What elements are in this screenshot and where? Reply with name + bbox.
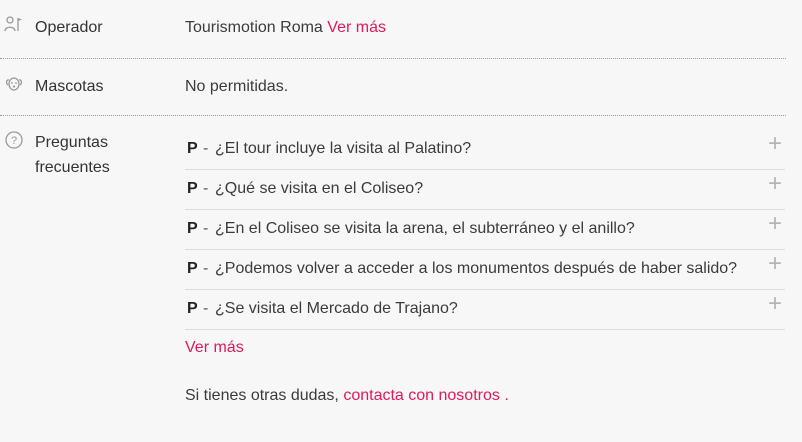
faq-item[interactable]: P - ¿Qué se visita en el Coliseo? +: [185, 170, 785, 210]
divider: [0, 58, 786, 59]
faq-question: ¿En el Coliseo se visita la arena, el su…: [215, 220, 635, 237]
faq-item[interactable]: P - ¿En el Coliseo se visita la arena, e…: [185, 210, 785, 250]
question-circle-icon: ?: [4, 130, 24, 150]
pets-value: No permitidas.: [185, 78, 289, 95]
faq-dash: -: [203, 260, 209, 277]
plus-icon[interactable]: +: [767, 132, 783, 156]
contact-line: Si tienes otras dudas, contacta con noso…: [185, 384, 785, 408]
faq-question: ¿Podemos volver a acceder a los monument…: [215, 260, 738, 277]
faq-list: P - ¿El tour incluye la visita al Palati…: [185, 130, 785, 408]
faq-label-line2: frecuentes: [35, 159, 110, 176]
faq-dash: -: [203, 300, 209, 317]
faq-dash: -: [203, 140, 209, 157]
faq-more-link[interactable]: Ver más: [185, 339, 244, 356]
faq-question: ¿Se visita el Mercado de Trajano?: [215, 300, 458, 317]
faq-prefix: P: [187, 300, 198, 317]
faq-label: Preguntas frecuentes: [35, 130, 110, 180]
plus-icon[interactable]: +: [767, 172, 783, 196]
faq-row: ? Preguntas frecuentes P - ¿El tour incl…: [0, 130, 802, 430]
svg-text:?: ?: [11, 135, 17, 147]
faq-item[interactable]: P - ¿El tour incluye la visita al Palati…: [185, 130, 785, 170]
operator-value: Tourismotion Roma Ver más: [185, 15, 786, 40]
operator-label: Operador: [35, 19, 103, 36]
faq-more: Ver más: [185, 336, 785, 360]
faq-label-line1: Preguntas: [35, 134, 108, 151]
faq-prefix: P: [187, 140, 198, 157]
faq-prefix: P: [187, 180, 198, 197]
faq-item[interactable]: P - ¿Podemos volver a acceder a los monu…: [185, 250, 785, 290]
faq-dash: -: [203, 220, 209, 237]
divider: [0, 115, 786, 116]
contact-text: Si tienes otras dudas,: [185, 387, 339, 404]
faq-question: ¿Qué se visita en el Coliseo?: [215, 180, 424, 197]
faq-item[interactable]: P - ¿Se visita el Mercado de Trajano? +: [185, 290, 785, 330]
faq-prefix: P: [187, 260, 198, 277]
dog-icon: [4, 74, 24, 94]
contact-link[interactable]: contacta con nosotros: [343, 387, 500, 404]
operator-person-flag-icon: [4, 15, 24, 35]
pets-row: Mascotas No permitidas.: [0, 74, 802, 102]
pets-label: Mascotas: [35, 78, 104, 95]
faq-question: ¿El tour incluye la visita al Palatino?: [215, 140, 472, 157]
faq-dash: -: [203, 180, 209, 197]
plus-icon[interactable]: +: [767, 292, 783, 316]
operator-name: Tourismotion Roma: [185, 19, 323, 36]
plus-icon[interactable]: +: [767, 252, 783, 276]
contact-end: .: [504, 387, 509, 404]
operator-row: Operador Tourismotion Roma Ver más: [0, 15, 802, 43]
faq-prefix: P: [187, 220, 198, 237]
plus-icon[interactable]: +: [767, 212, 783, 236]
operator-more-link[interactable]: Ver más: [327, 19, 386, 36]
